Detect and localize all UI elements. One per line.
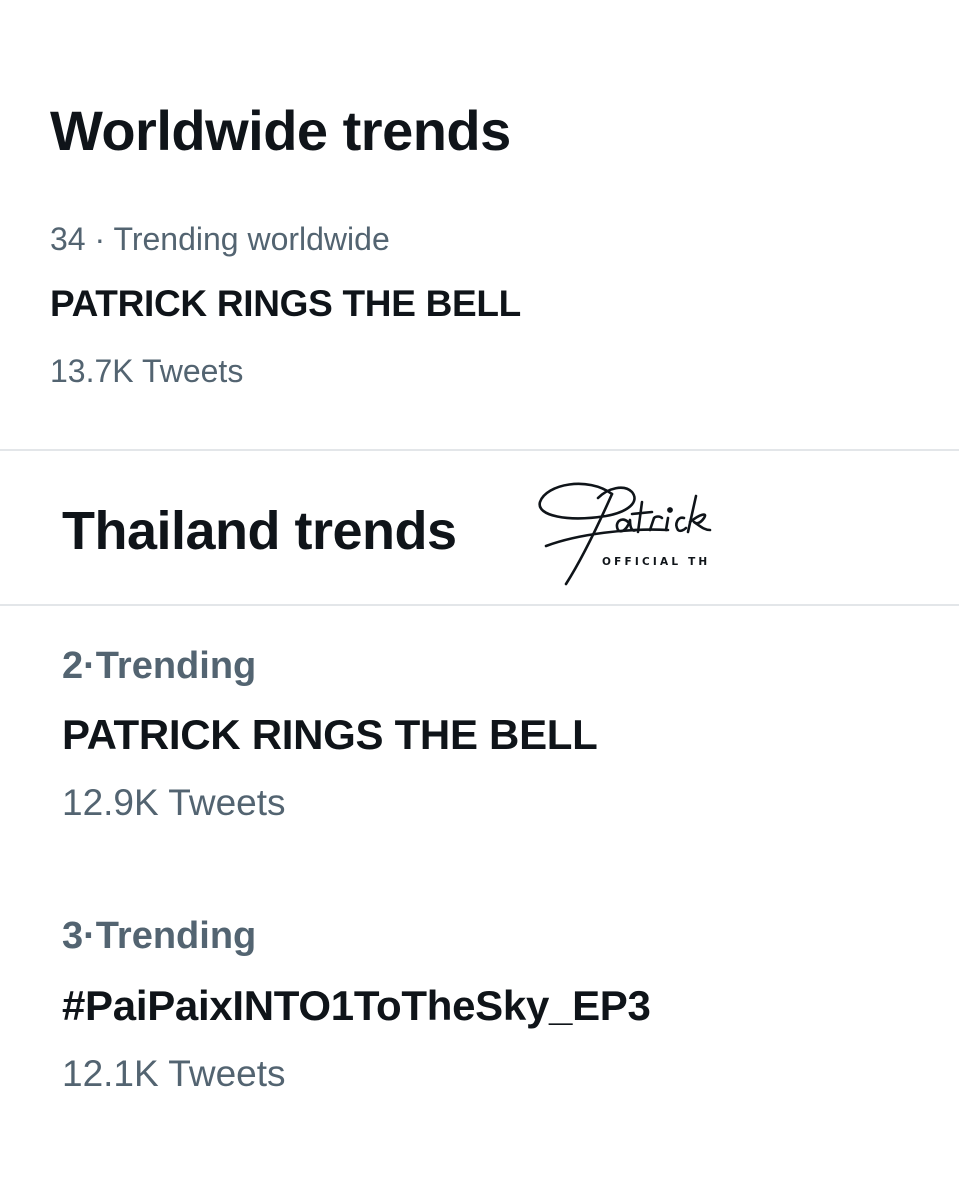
thailand-trends-title: Thailand trends bbox=[62, 501, 457, 561]
thailand-trend-meta: 3·Trending bbox=[62, 915, 256, 958]
trend-context: Trending bbox=[95, 645, 257, 687]
trend-rank: 34 bbox=[50, 221, 95, 257]
thailand-trend-tweet-count: 12.1K Tweets bbox=[62, 1053, 286, 1094]
thailand-trend-name: PATRICK RINGS THE BELL bbox=[62, 711, 598, 758]
worldwide-trend-name: PATRICK RINGS THE BELL bbox=[50, 283, 521, 324]
signature-caption: OFFICIAL TH bbox=[602, 556, 710, 568]
worldwide-trends-title: Worldwide trends bbox=[50, 99, 511, 162]
worldwide-trend-tweet-count: 13.7K Tweets bbox=[50, 353, 244, 389]
worldwide-trend-meta: 34 · Trending worldwide bbox=[50, 221, 390, 258]
thailand-trend-tweet-count: 12.9K Tweets bbox=[62, 782, 286, 823]
trend-rank: 2 bbox=[62, 645, 84, 687]
trend-separator: · bbox=[83, 915, 96, 957]
trend-separator: · bbox=[83, 645, 96, 687]
section-divider-top bbox=[0, 449, 959, 451]
trend-context: Trending bbox=[95, 915, 257, 957]
thailand-trend-name: #PaiPaixINTO1ToTheSky_EP3 bbox=[62, 982, 651, 1029]
patrick-official-th-signature-logo: OFFICIAL TH bbox=[538, 482, 712, 586]
trend-rank: 3 bbox=[62, 915, 84, 957]
trend-separator: · bbox=[94, 221, 114, 257]
trend-context: Trending worldwide bbox=[113, 221, 390, 257]
thailand-trend-meta: 2·Trending bbox=[62, 645, 256, 688]
section-divider-bottom bbox=[0, 604, 959, 606]
